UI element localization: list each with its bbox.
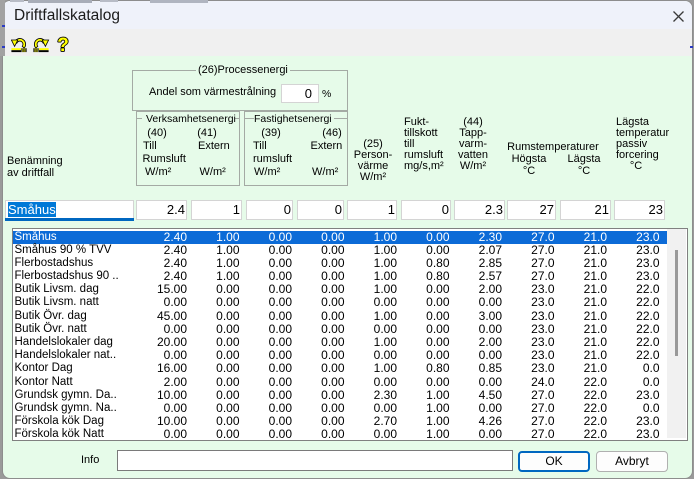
svg-text:?: ?	[57, 35, 69, 56]
